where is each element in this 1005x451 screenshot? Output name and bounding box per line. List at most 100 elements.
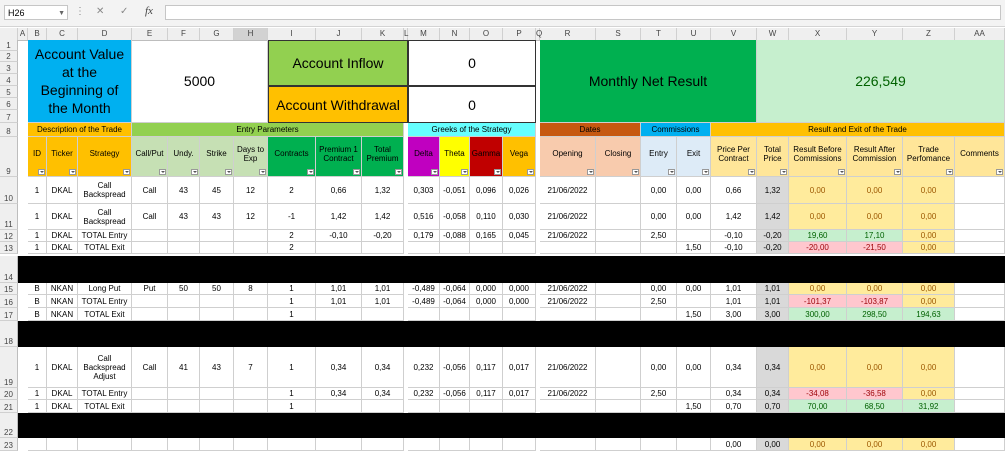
cell-p12[interactable]: 0,045 <box>503 230 536 242</box>
net-result-label[interactable]: Monthly Net Result <box>540 40 757 123</box>
column-header-z[interactable]: Z <box>903 28 955 40</box>
net-result-value[interactable]: 226,549 <box>757 40 1005 123</box>
column-header-a[interactable]: A <box>18 28 28 40</box>
cell-f17[interactable] <box>168 308 200 321</box>
cell-e19[interactable]: Call <box>132 347 168 388</box>
cell-i15[interactable]: 1 <box>268 283 316 295</box>
cell-r21[interactable] <box>540 400 596 413</box>
cell-n10[interactable]: -0,051 <box>440 177 470 204</box>
cell-z12[interactable]: 0,00 <box>903 230 955 242</box>
row-header-9[interactable]: 9 <box>0 137 18 177</box>
filter-dropdown-icon[interactable] <box>353 169 360 175</box>
cell-s11[interactable] <box>596 204 641 230</box>
cell-p15[interactable]: 0,000 <box>503 283 536 295</box>
cell-j10[interactable]: 0,66 <box>316 177 362 204</box>
cell-k12[interactable]: -0,20 <box>362 230 404 242</box>
filter-dropdown-icon[interactable] <box>69 169 76 175</box>
withdrawal-value[interactable]: 0 <box>408 86 536 123</box>
cell-c21[interactable]: DKAL <box>47 400 78 413</box>
cell-s10[interactable] <box>596 177 641 204</box>
cell-j21[interactable] <box>316 400 362 413</box>
cell-d12[interactable]: TOTAL Entry <box>78 230 132 242</box>
cell-y12[interactable]: 17,10 <box>847 230 903 242</box>
cell-n12[interactable]: -0,088 <box>440 230 470 242</box>
cell-u23[interactable] <box>677 438 711 451</box>
cell-n17[interactable] <box>440 308 470 321</box>
chevron-down-icon[interactable]: ▼ <box>58 6 65 21</box>
cell-n16[interactable]: -0,064 <box>440 295 470 308</box>
cancel-icon[interactable]: ✕ <box>96 6 104 17</box>
cell-aa16[interactable] <box>955 295 1005 308</box>
inflow-value[interactable]: 0 <box>408 40 536 86</box>
header-trade-perfomance[interactable]: Trade Perfomance <box>903 137 955 177</box>
cell-o10[interactable]: 0,096 <box>470 177 503 204</box>
row-header-20[interactable]: 20 <box>0 388 18 400</box>
column-header-r[interactable]: R <box>540 28 596 40</box>
cell-s19[interactable] <box>596 347 641 388</box>
cell-k10[interactable]: 1,32 <box>362 177 404 204</box>
cell-i20[interactable]: 1 <box>268 388 316 400</box>
cell-r19[interactable]: 21/06/2022 <box>540 347 596 388</box>
cell-h13[interactable] <box>234 242 268 254</box>
cell-f16[interactable] <box>168 295 200 308</box>
cell-aa11[interactable] <box>955 204 1005 230</box>
cell-k17[interactable] <box>362 308 404 321</box>
cell-s23[interactable] <box>596 438 641 451</box>
cell-u19[interactable]: 0,00 <box>677 347 711 388</box>
cell-b23[interactable] <box>28 438 47 451</box>
header-result-after-commission[interactable]: Result After Commission <box>847 137 903 177</box>
cell-g20[interactable] <box>200 388 234 400</box>
cell-s16[interactable] <box>596 295 641 308</box>
cell-v17[interactable]: 3,00 <box>711 308 757 321</box>
column-header-d[interactable]: D <box>78 28 132 40</box>
filter-dropdown-icon[interactable] <box>259 169 266 175</box>
cell-m21[interactable] <box>408 400 440 413</box>
cell-g23[interactable] <box>200 438 234 451</box>
cell-c15[interactable]: NKAN <box>47 283 78 295</box>
cell-c12[interactable]: DKAL <box>47 230 78 242</box>
cell-t13[interactable] <box>641 242 677 254</box>
cell-h15[interactable]: 8 <box>234 283 268 295</box>
cell-b17[interactable]: B <box>28 308 47 321</box>
cell-c19[interactable]: DKAL <box>47 347 78 388</box>
cell-y19[interactable]: 0,00 <box>847 347 903 388</box>
cell-t17[interactable] <box>641 308 677 321</box>
cell-o12[interactable]: 0,165 <box>470 230 503 242</box>
column-header-k[interactable]: K <box>362 28 404 40</box>
cell-c10[interactable]: DKAL <box>47 177 78 204</box>
cell-aa13[interactable] <box>955 242 1005 254</box>
filter-dropdown-icon[interactable] <box>996 169 1003 175</box>
row-header-19[interactable]: 19 <box>0 347 18 388</box>
cell-aa12[interactable] <box>955 230 1005 242</box>
cell-g16[interactable] <box>200 295 234 308</box>
cell-e10[interactable]: Call <box>132 177 168 204</box>
cell-p11[interactable]: 0,030 <box>503 204 536 230</box>
cell-k13[interactable] <box>362 242 404 254</box>
column-header-i[interactable]: I <box>268 28 316 40</box>
cell-k11[interactable]: 1,42 <box>362 204 404 230</box>
cell-w21[interactable]: 0,70 <box>757 400 789 413</box>
cell-z19[interactable]: 0,00 <box>903 347 955 388</box>
cell-i23[interactable] <box>268 438 316 451</box>
cell-c11[interactable]: DKAL <box>47 204 78 230</box>
cell-o16[interactable]: 0,000 <box>470 295 503 308</box>
header-days-to-exp[interactable]: Days to Exp <box>234 137 268 177</box>
cell-p21[interactable] <box>503 400 536 413</box>
cell-y21[interactable]: 68,50 <box>847 400 903 413</box>
cell-s20[interactable] <box>596 388 641 400</box>
cell-e13[interactable] <box>132 242 168 254</box>
filter-dropdown-icon[interactable] <box>159 169 166 175</box>
cell-b11[interactable]: 1 <box>28 204 47 230</box>
column-header-c[interactable]: C <box>47 28 78 40</box>
cell-w12[interactable]: -0,20 <box>757 230 789 242</box>
cell-v12[interactable]: -0,10 <box>711 230 757 242</box>
header-strategy[interactable]: Strategy <box>78 137 132 177</box>
cell-d19[interactable]: Call Backspread Adjust <box>78 347 132 388</box>
cell-s12[interactable] <box>596 230 641 242</box>
cell-e11[interactable]: Call <box>132 204 168 230</box>
cell-aa21[interactable] <box>955 400 1005 413</box>
cell-g17[interactable] <box>200 308 234 321</box>
cell-t10[interactable]: 0,00 <box>641 177 677 204</box>
withdrawal-label[interactable]: Account Withdrawal <box>268 86 408 123</box>
header-result-before-commissions[interactable]: Result Before Commissions <box>789 137 847 177</box>
